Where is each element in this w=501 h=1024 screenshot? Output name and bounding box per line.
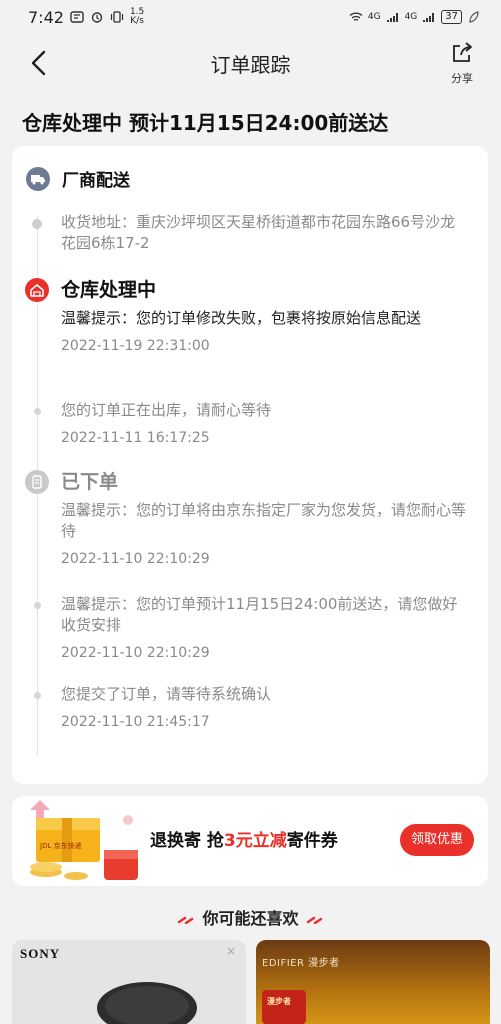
signal-icon-2 [423, 13, 435, 22]
notification-icon [70, 11, 84, 23]
speed-unit: K/s [130, 16, 144, 26]
badge-text: 漫步者 [267, 997, 291, 1006]
event-text: 您提交了订单，请等待系统确认 [61, 685, 272, 703]
truck-icon [26, 166, 50, 191]
network-speed: 1.5 K/s [130, 8, 144, 26]
timeline-dot [34, 602, 41, 609]
decoration-right-icon [306, 916, 323, 924]
status-time: 7:42 [28, 7, 64, 27]
top-nav: 订单跟踪 分享 [0, 34, 501, 92]
speaker-image [97, 982, 197, 1024]
carrier-row: 厂商配送 [26, 166, 130, 191]
claim-coupon-button[interactable]: 领取优惠 [399, 824, 474, 856]
delivery-headline: 仓库处理中 预计11月15日24:00前送达 [22, 111, 389, 135]
promo-text-prefix: 退换寄 抢 [150, 831, 224, 851]
event-text: 温馨提示：您的订单修改失败，包裹将按原始信息配送 [61, 309, 422, 327]
timeline-dot [34, 692, 41, 699]
leaf-icon [469, 11, 479, 23]
share-button[interactable]: 分享 [447, 42, 477, 86]
event-time: 2022-11-11 16:17:25 [61, 430, 210, 446]
status-title: 仓库处理中 [61, 279, 157, 301]
promo-text: 退换寄 抢3元立减寄件券 [150, 826, 338, 851]
battery-indicator: 37 [441, 10, 462, 24]
parcel-coupon-illustration: JDL 京东快递 [30, 800, 138, 880]
status-bar: 7:42 1.5 K/s 4G 4G 37 [0, 0, 501, 34]
event-time: 2022-11-10 22:10:29 [61, 551, 210, 567]
signal-icon [386, 13, 398, 22]
page-title: 订单跟踪 [210, 52, 291, 77]
order-doc-icon [25, 470, 49, 494]
warehouse-icon [25, 278, 49, 302]
promo-text-highlight: 3元立减 [223, 831, 287, 851]
close-icon[interactable]: × [226, 944, 236, 958]
product-card-sony[interactable]: SONY × [12, 940, 246, 1024]
tracking-card: 厂商配送 收货地址：重庆沙坪坝区天星桥街道都市花园东路66号沙龙花园6栋17-2… [12, 146, 488, 784]
promo-text-suffix: 寄件券 [286, 831, 338, 851]
alarm-icon [91, 12, 103, 23]
wifi-icon [349, 12, 363, 21]
product-brand: SONY [20, 946, 61, 961]
event-time: 2022-11-10 22:10:29 [61, 645, 210, 661]
jdl-label: JDL 京东快递 [39, 841, 82, 850]
product-badge: 漫步者 [262, 990, 306, 1024]
vibrate-icon [110, 11, 124, 23]
event-time: 2022-11-19 22:31:00 [61, 338, 210, 354]
share-label: 分享 [451, 72, 473, 85]
decoration-left-icon [177, 916, 194, 924]
chevron-left-icon [31, 50, 46, 76]
back-button[interactable] [26, 46, 54, 80]
timeline-dot [32, 219, 42, 229]
timeline-dot [34, 408, 41, 415]
event-text: 温馨提示：您的订单预计11月15日24:00前送达，请您做好收货安排 [61, 595, 458, 634]
share-icon [453, 42, 472, 62]
status-title: 已下单 [61, 471, 119, 493]
net-type-1: 4G [367, 11, 381, 22]
recommend-title: 你可能还喜欢 [202, 909, 299, 928]
net-type-2: 4G [404, 11, 418, 22]
shipping-address: 收货地址：重庆沙坪坝区天星桥街道都市花园东路66号沙龙花园6栋17-2 [61, 213, 456, 252]
carrier-name: 厂商配送 [62, 171, 130, 191]
event-text: 您的订单正在出库，请耐心等待 [61, 401, 272, 419]
promo-banner[interactable]: JDL 京东快递 退换寄 抢3元立减寄件券 领取优惠 [12, 796, 488, 886]
recommend-title-row: 你可能还喜欢 [0, 905, 501, 929]
event-time: 2022-11-10 21:45:17 [61, 714, 210, 730]
event-text: 温馨提示：您的订单将由京东指定厂家为您发货，请您耐心等待 [61, 501, 467, 540]
product-card-edifier[interactable]: EDIFIER 漫步者 漫步者 [256, 940, 490, 1024]
product-brand: EDIFIER 漫步者 [262, 958, 340, 969]
